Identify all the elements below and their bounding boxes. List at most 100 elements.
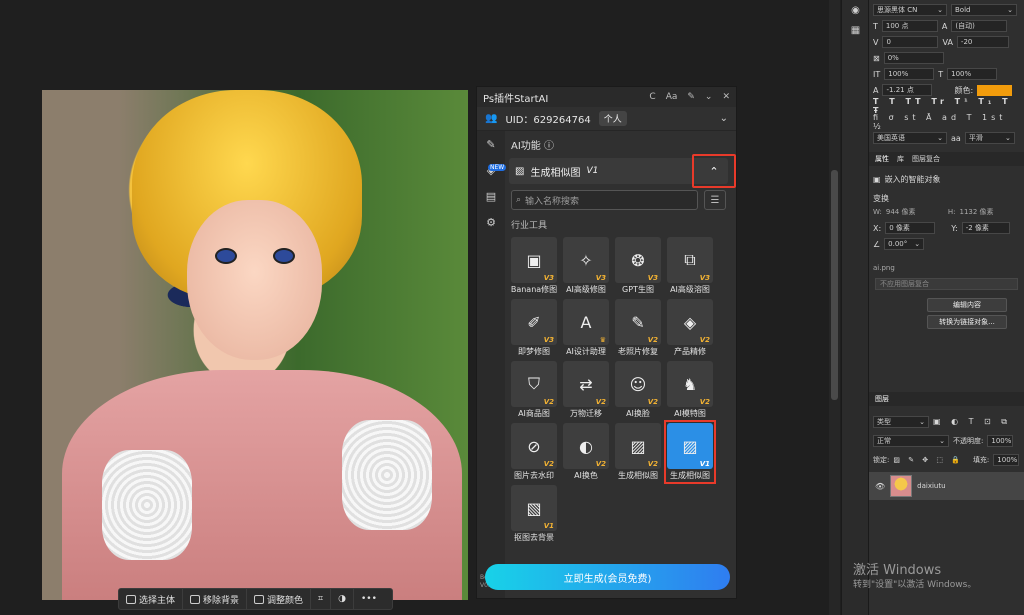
brush-icon: ✎	[486, 137, 496, 151]
chevron-down-icon[interactable]: ⌄	[720, 113, 728, 124]
width-value[interactable]: 944 像素	[886, 207, 944, 217]
tool-tile[interactable]: ⧉ V3 AI高级溶图	[667, 237, 713, 295]
kerning-icon: V	[873, 37, 879, 47]
opacity-value: 100%	[991, 437, 1012, 445]
tool-tile[interactable]: ✐ V3 即梦修图	[511, 299, 557, 357]
tool-tile[interactable]: ▨ V1 生成相似图	[664, 420, 716, 484]
tool-tile[interactable]: A ♛ AI设计助理	[563, 299, 609, 357]
selected-tool-header[interactable]: ▨ 生成相似图 V1 ⌃	[509, 154, 736, 188]
chevron-down-icon: ⌄	[939, 437, 945, 445]
antialias-select[interactable]: 平滑 ⌄	[964, 132, 1015, 144]
vertical-scale-field[interactable]: 100%	[884, 68, 935, 80]
refresh-icon[interactable]: C	[649, 92, 655, 102]
kerning-field[interactable]: 0	[882, 36, 939, 48]
close-icon[interactable]: ✕	[722, 92, 730, 102]
tool-icon: A	[580, 312, 592, 332]
tool-tile-icon: ⛉ V2	[511, 361, 557, 407]
search-placeholder: 输入名称搜索	[525, 196, 580, 207]
opacity-label: 不透明度:	[953, 437, 984, 445]
scrollbar-thumb[interactable]	[831, 170, 838, 400]
collapse-icon[interactable]: ⌄	[705, 92, 713, 102]
eye-icon[interactable]: 👁	[875, 482, 885, 491]
crop-tool-button[interactable]: ⌗	[311, 589, 332, 609]
adjust-color-label: 调整颜色	[267, 595, 304, 606]
opentype-buttons[interactable]: ﬁ σ st Ā ad T 1st ½	[869, 113, 1024, 131]
info-icon[interactable]: ⓘ	[544, 141, 554, 152]
scale-row: IT 100% T 100%	[869, 66, 1024, 82]
blend-mode-select[interactable]: 正常 ⌄	[873, 435, 949, 447]
tool-tile[interactable]: ⊘ V2 图片去水印	[511, 423, 557, 481]
sidebar-item-settings[interactable]: ⚙	[477, 209, 505, 235]
leading-field[interactable]: (自动)	[951, 20, 1008, 32]
layer-item[interactable]: 👁 daixiutu	[869, 472, 1024, 500]
tab-layers[interactable]: 图层	[875, 394, 889, 404]
edit-contents-button[interactable]: 编辑内容	[927, 298, 1007, 312]
adjust-color-button[interactable]: 调整颜色	[247, 589, 312, 609]
tool-tile[interactable]: ◐ V2 AI换色	[563, 423, 609, 481]
font-family-value: 思源黑体 CN	[877, 6, 918, 14]
lock-icons[interactable]: ▨ ✎ ✥ ⬚ 🔒	[893, 456, 963, 464]
tab-libraries[interactable]: 库	[897, 154, 904, 164]
tab-properties[interactable]: 属性	[875, 154, 889, 164]
activate-windows-title: 激活 Windows	[853, 563, 942, 578]
layer-kind-select[interactable]: 类型 ⌄	[873, 416, 929, 428]
account-type-badge[interactable]: 个人	[598, 111, 627, 126]
tool-tile[interactable]: ❂ V3 GPT生图	[615, 237, 661, 295]
layer-comp-select[interactable]: 不应用图层复合	[875, 278, 1018, 290]
opacity-field[interactable]: 100%	[987, 435, 1014, 447]
convert-linked-button[interactable]: 转换为链接对象...	[927, 315, 1007, 329]
x-field[interactable]: 0 像素	[885, 222, 936, 234]
pin-icon[interactable]: ✎	[687, 92, 695, 102]
tool-tile[interactable]: ⛉ V2 AI商品图	[511, 361, 557, 419]
lock-row: 锁定: ▨ ✎ ✥ ⬚ 🔒 填充: 100%	[869, 452, 1023, 468]
font-size-field[interactable]: 100 点	[881, 20, 938, 32]
chevron-up-icon[interactable]: ⌃	[692, 154, 736, 188]
tool-tile[interactable]: ✎ V2 老照片修复	[615, 299, 661, 357]
language-select[interactable]: 美国英语 ⌄	[873, 132, 947, 144]
tool-tile-icon: ▧ V1	[511, 485, 557, 531]
tab-layer-comps[interactable]: 图层复合	[912, 154, 940, 164]
tool-version-badge: V3	[647, 274, 658, 282]
layer-filter-icons[interactable]: ▣ ◐ T ⊡ ⧉	[933, 417, 1011, 427]
tool-tile[interactable]: ⇄ V2 万物迁移	[563, 361, 609, 419]
generate-button[interactable]: 立即生成(会员免费)	[485, 564, 730, 590]
tool-tile[interactable]: ☺ V2 AI换脸	[615, 361, 661, 419]
position-values: X: 0 像素 Y: -2 像素	[869, 220, 1024, 236]
font-family-select[interactable]: 思源黑体 CN ⌄	[873, 4, 947, 16]
user-icon: 👥	[485, 113, 498, 124]
text-style-buttons[interactable]: T T TT Tr T¹ T₁ T Ŧ	[869, 97, 1024, 115]
y-field[interactable]: -2 像素	[961, 222, 1010, 234]
remove-background-button[interactable]: 移除背景	[183, 589, 248, 609]
tool-tile[interactable]: ✧ V3 AI高级修图	[563, 237, 609, 295]
sidebar-item-ai-tools[interactable]: ✎	[477, 131, 505, 157]
tool-tile[interactable]: ◈ V2 产品精修	[667, 299, 713, 357]
font-size-icon[interactable]: Aa	[666, 92, 678, 102]
tool-icon: ▧	[526, 498, 542, 518]
tool-tile[interactable]: ▧ V1 抠图去背景	[511, 485, 557, 543]
baseline-field[interactable]: -1.21 点	[882, 84, 933, 96]
search-input[interactable]: ⌕ 输入名称搜索	[511, 190, 698, 210]
font-style-select[interactable]: Bold ⌄	[951, 4, 1017, 16]
more-button[interactable]: •••	[354, 589, 384, 609]
tsume-field[interactable]: 0%	[883, 52, 944, 64]
angle-field[interactable]: 0.00° ⌄	[884, 238, 925, 250]
list-view-button[interactable]: ☰	[704, 190, 726, 210]
swatches-panel-icon[interactable]: ▦	[842, 20, 869, 40]
tool-tile[interactable]: ▣ V3 Banana修图	[511, 237, 557, 295]
canvas-scrollbar[interactable]	[829, 0, 840, 615]
horizontal-scale-field[interactable]: 100%	[947, 68, 998, 80]
tool-label: AI高级溶图	[670, 285, 710, 294]
fill-field[interactable]: 100%	[993, 454, 1020, 466]
tsume-value: 0%	[887, 54, 899, 62]
sidebar-item-docs[interactable]: ▤	[477, 183, 505, 209]
text-color-swatch[interactable]	[977, 84, 1013, 96]
color-panel-icon[interactable]: ◉	[842, 0, 869, 20]
tracking-field[interactable]: -20	[956, 36, 1009, 48]
document-image[interactable]	[42, 90, 468, 600]
mask-button[interactable]: ◑	[331, 589, 354, 609]
select-subject-button[interactable]: 选择主体	[119, 589, 184, 609]
selected-tool-version: V1	[586, 166, 599, 176]
tool-tile[interactable]: ♞ V2 AI模特图	[667, 361, 713, 419]
tool-tile[interactable]: ▨ V2 生成相似图	[615, 423, 661, 481]
height-value[interactable]: 1132 像素	[960, 207, 994, 217]
